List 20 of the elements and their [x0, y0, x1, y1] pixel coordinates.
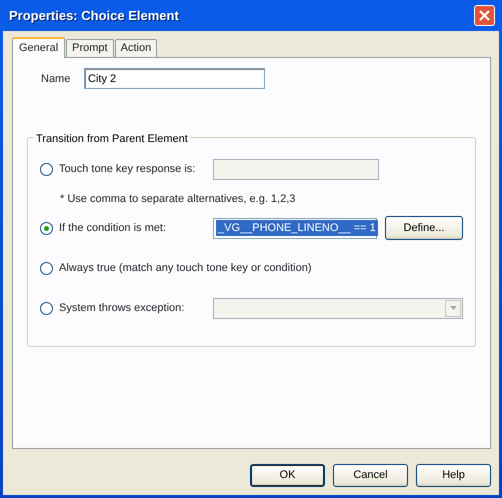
close-icon	[479, 10, 490, 21]
radio-button[interactable]	[40, 262, 53, 274]
tab[interactable]: General	[12, 37, 66, 58]
close-button[interactable]	[474, 5, 495, 26]
window-title: Properties: Choice Element	[9, 6, 179, 25]
dialog-button[interactable]: OK	[250, 464, 325, 487]
dropdown-arrow-icon	[450, 306, 456, 310]
option-label: System throws exception:	[59, 300, 186, 316]
option-label: Touch tone key response is:	[59, 162, 196, 177]
option-label: If the condition is met:	[59, 220, 167, 236]
dialog-button[interactable]: Cancel	[333, 464, 408, 487]
name-field[interactable]: City 2	[84, 68, 265, 89]
tab[interactable]: Prompt	[66, 39, 114, 57]
name-label: Name	[41, 72, 72, 87]
option-label: Always true (match any touch tone key or condition)	[59, 260, 312, 276]
define-button[interactable]: Define...	[385, 216, 463, 240]
dialog-button[interactable]: Help	[416, 464, 491, 487]
tab[interactable]: Action	[114, 39, 158, 57]
radio-button[interactable]	[40, 222, 53, 234]
hint-text: * Use comma to separate alternatives, e.g. 1,2,3	[60, 192, 296, 207]
